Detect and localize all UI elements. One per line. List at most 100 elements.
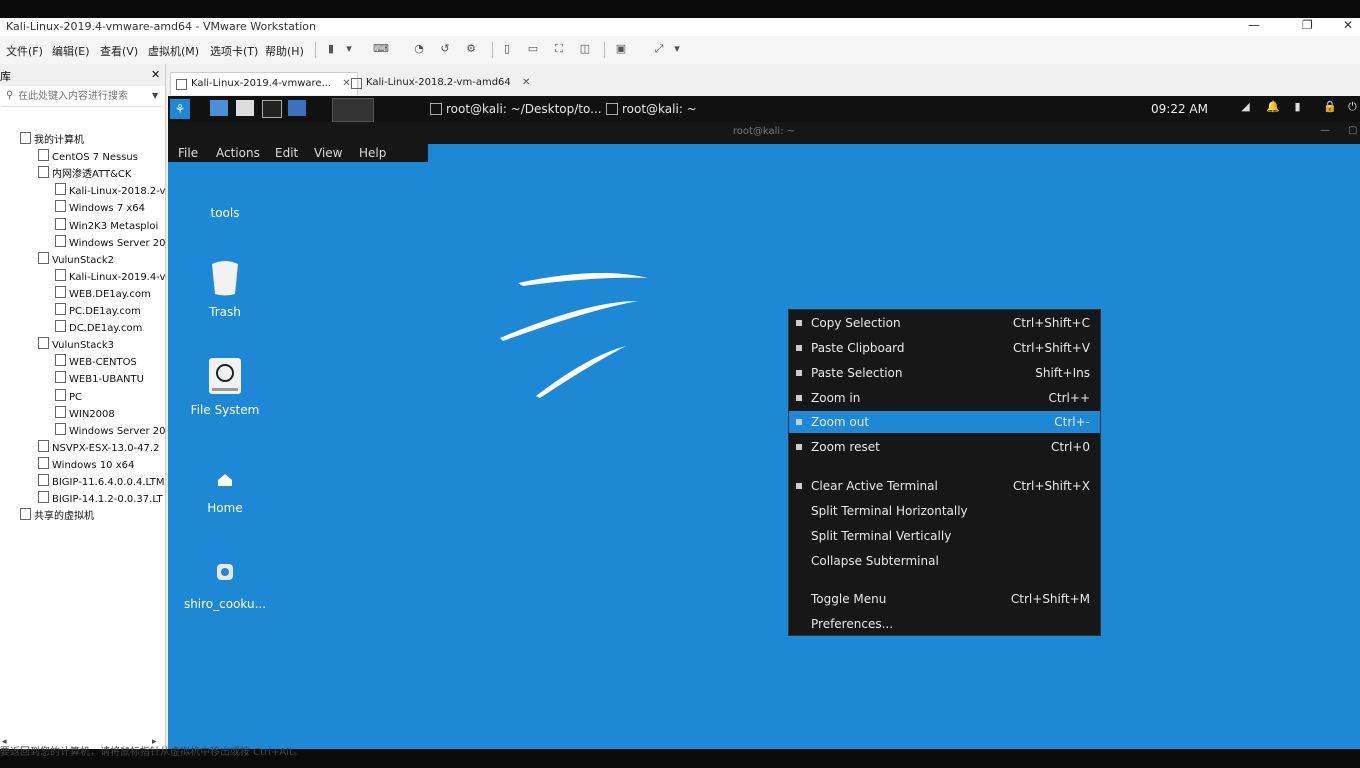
desktop-icon-tools[interactable]: tools xyxy=(180,206,270,220)
desktop-icon-shiro[interactable]: shiro_cooku... xyxy=(180,558,270,611)
send-keys-icon[interactable]: ⌨ xyxy=(373,42,389,56)
menu-view[interactable]: 查看(V) xyxy=(100,43,138,59)
chevron-down-icon[interactable]: ▾ xyxy=(342,42,356,56)
desktop-icon-home[interactable]: Home xyxy=(180,468,270,515)
menu-item-zoom-out[interactable]: Zoom out Ctrl+- xyxy=(789,411,1100,433)
tab-kali-2018[interactable]: Kali-Linux-2018.2-vm-amd64 ✕ xyxy=(346,72,536,94)
menu-item-toggle-menu[interactable]: Toggle Menu Ctrl+Shift+M xyxy=(789,588,1100,610)
minimize-button[interactable]: — xyxy=(1248,18,1260,32)
library-tree-item[interactable]: 我的计算机 xyxy=(20,132,84,149)
power-icon[interactable]: ⏻ xyxy=(1347,101,1358,113)
browser-icon[interactable] xyxy=(288,100,306,116)
menu-item-preferences[interactable]: Preferences... xyxy=(789,613,1100,635)
lock-icon[interactable]: 🔒 xyxy=(1323,101,1337,113)
library-header: 库 ✕ xyxy=(0,64,165,86)
full-screen-icon[interactable]: ⛶ xyxy=(552,42,566,56)
taskbar-terminal-root[interactable]: root@kali: ~ xyxy=(606,100,697,118)
vm-icon xyxy=(55,234,66,247)
library-tree-item[interactable]: Win2K3 Metasploi xyxy=(55,217,158,235)
tree-item-label: VulunStack3 xyxy=(52,340,115,352)
library-tree-item[interactable]: VulunStack3 xyxy=(38,337,114,354)
chevron-down-icon[interactable]: ▾ xyxy=(670,42,684,56)
desktop-icon-trash[interactable]: Trash xyxy=(180,260,270,319)
snapshot-icon[interactable]: ◔ xyxy=(412,42,426,56)
vm-icon xyxy=(351,78,362,89)
library-tree-item[interactable]: Kali-Linux-2018.2-v xyxy=(55,183,165,200)
library-tree-item[interactable]: BIGIP-14.1.2-0.0.37.LT xyxy=(38,491,163,508)
notification-icon[interactable]: 🔔 xyxy=(1266,101,1280,113)
library-tree-item[interactable]: Windows Server 20 xyxy=(55,422,166,440)
library-tree-item[interactable]: Windows Server 20 xyxy=(55,234,166,252)
library-tree-item[interactable]: BIGIP-11.6.4.0.0.4.LTM xyxy=(38,474,164,491)
menu-item-collapse-subterminal[interactable]: Collapse Subterminal xyxy=(789,550,1100,572)
library-tree-item[interactable]: Windows 7 x64 xyxy=(55,200,145,217)
close-icon[interactable]: ✕ xyxy=(522,77,530,88)
library-tree-item[interactable]: NSVPX-ESX-13.0-47.2 xyxy=(38,439,159,457)
tab-kali-2019[interactable]: Kali-Linux-2019.4-vmware... ✕ xyxy=(170,72,358,95)
terminal-menu-actions[interactable]: Actions xyxy=(216,146,260,160)
menu-help[interactable]: 帮助(H) xyxy=(265,43,304,59)
tree-item-label: Windows Server 20 xyxy=(69,237,166,249)
menu-file[interactable]: 文件(F) xyxy=(6,43,43,59)
close-button[interactable]: ✕ xyxy=(1343,18,1353,32)
menu-item-zoom-reset[interactable]: Zoom reset Ctrl+0 xyxy=(789,436,1100,458)
library-tree-item[interactable]: 共享的虚拟机 xyxy=(20,508,94,525)
stretch-view-icon[interactable]: ⤢ xyxy=(652,42,666,56)
tree-item-label: Windows Server 20 xyxy=(69,425,166,437)
library-tree-item[interactable]: PC.DE1ay.com xyxy=(55,303,141,320)
library-tree-item[interactable]: WIN2008 xyxy=(55,405,115,423)
library-tree-item[interactable]: WEB.DE1ay.com xyxy=(55,285,151,303)
workspace-icon[interactable] xyxy=(210,100,228,116)
terminal-menu-file[interactable]: File xyxy=(178,146,198,160)
terminal-menu-view[interactable]: View xyxy=(314,146,342,160)
library-tree-item[interactable]: 内网渗透ATT&CK xyxy=(38,166,131,183)
menu-tabs[interactable]: 选项卡(T) xyxy=(210,43,258,59)
revert-snapshot-icon[interactable]: ↺ xyxy=(438,42,452,56)
menu-item-copy-selection[interactable]: Copy Selection Ctrl+Shift+C xyxy=(789,312,1100,334)
trash-icon xyxy=(212,261,238,296)
terminal-menu-help[interactable]: Help xyxy=(359,146,386,160)
maximize-button[interactable]: ❐ xyxy=(1302,18,1313,32)
home-icon xyxy=(218,474,232,486)
kali-menu-icon[interactable]: ⚘ xyxy=(170,99,190,119)
tree-item-label: Windows 7 x64 xyxy=(69,203,146,215)
menu-item-paste-selection[interactable]: Paste Selection Shift+Ins xyxy=(789,362,1100,384)
console-icon[interactable]: ▣ xyxy=(614,42,628,56)
library-tree-item[interactable]: VulunStack2 xyxy=(38,251,114,269)
menu-edit[interactable]: 编辑(E) xyxy=(52,43,90,59)
library-tree-item[interactable]: WEB-CENTOS xyxy=(55,354,137,371)
library-tree-item[interactable]: Windows 10 x64 xyxy=(38,456,134,474)
library-close-button[interactable]: ✕ xyxy=(151,68,160,81)
library-tree-item[interactable]: WEB1-UBANTU xyxy=(55,371,144,388)
power-manager-icon[interactable]: ▮ xyxy=(1292,101,1303,113)
task-label: root@kali: ~ xyxy=(622,102,697,116)
library-tree-item[interactable]: Kali-Linux-2019.4-v xyxy=(55,268,165,286)
taskbar-terminal-tools[interactable]: root@kali: ~/Desktop/to... xyxy=(430,100,602,118)
library-tree-item[interactable]: PC xyxy=(55,388,82,406)
desktop-icon-file-system[interactable]: File System xyxy=(180,358,270,417)
unity-icon[interactable]: ◫ xyxy=(578,42,592,56)
library-tree-item[interactable]: CentOS 7 Nessus xyxy=(38,149,138,166)
thumbnail-icon[interactable]: ▭ xyxy=(526,42,540,56)
library-tree-item[interactable]: DC.DE1ay.com xyxy=(55,320,142,337)
chevron-down-icon[interactable]: ▼ xyxy=(152,91,158,100)
library-search-input[interactable] xyxy=(18,89,148,103)
panel-clock[interactable]: 09:22 AM xyxy=(1151,100,1208,118)
menu-item-zoom-in[interactable]: Zoom in Ctrl++ xyxy=(789,387,1100,409)
menu-vm[interactable]: 虚拟机(M) xyxy=(148,43,199,59)
network-icon[interactable]: ◢ xyxy=(1240,101,1251,113)
workspace-switcher[interactable] xyxy=(332,98,374,122)
maximize-icon[interactable]: ▢ xyxy=(1348,125,1357,136)
snapshot-manager-icon[interactable]: ⚙ xyxy=(464,42,478,56)
vm-display[interactable]: ⚘ root@kali: ~/Desktop/to... root@kali: … xyxy=(168,96,1360,749)
minimize-icon[interactable]: — xyxy=(1320,125,1330,136)
menu-item-paste-clipboard[interactable]: Paste Clipboard Ctrl+Shift+V xyxy=(789,337,1100,359)
menu-item-split-horizontally[interactable]: Split Terminal Horizontally xyxy=(789,500,1100,522)
menu-item-split-vertically[interactable]: Split Terminal Vertically xyxy=(789,525,1100,547)
file-manager-icon[interactable] xyxy=(236,100,254,116)
menu-item-clear-active-terminal[interactable]: Clear Active Terminal Ctrl+Shift+X xyxy=(789,475,1100,497)
show-library-icon[interactable]: ▯ xyxy=(500,42,514,56)
terminal-menu-edit[interactable]: Edit xyxy=(275,146,298,160)
power-icon[interactable]: ▮ xyxy=(324,42,338,56)
terminal-icon[interactable] xyxy=(262,100,282,118)
